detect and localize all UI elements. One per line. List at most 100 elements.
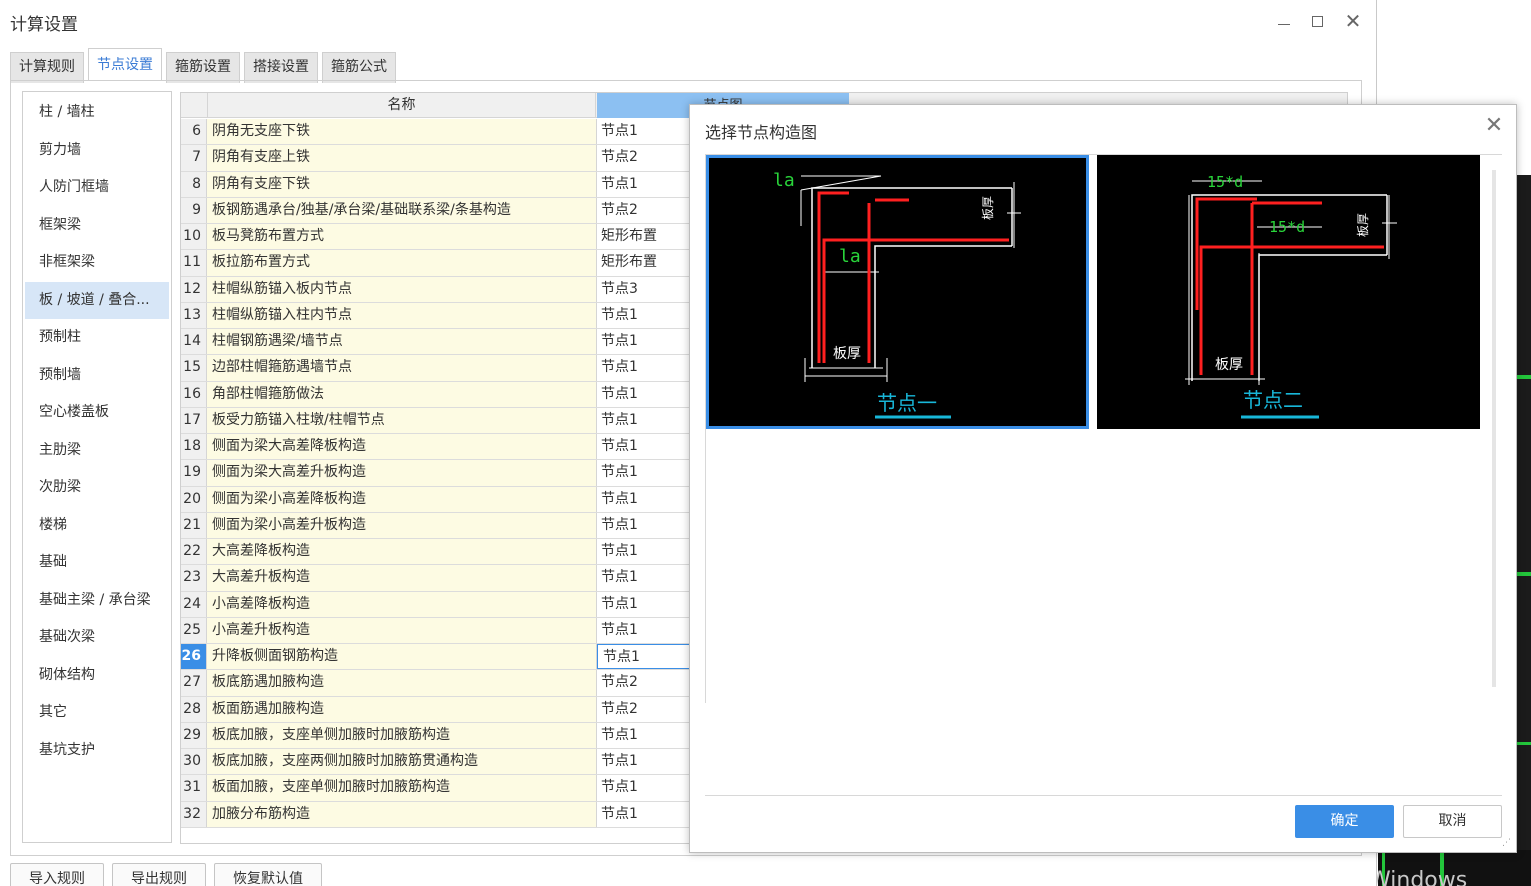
row-number[interactable]: 22 [181, 539, 207, 565]
row-name-cell: 板面筋遇加腋构造 [207, 696, 597, 722]
row-number[interactable]: 8 [181, 171, 207, 197]
tab-calc-rules[interactable]: 计算规则 [10, 52, 84, 83]
category-item[interactable]: 板 / 坡道 / 叠合... [25, 281, 169, 319]
row-number[interactable]: 17 [181, 407, 207, 433]
background-green-line [1517, 742, 1531, 745]
category-item[interactable]: 楼梯 [23, 507, 171, 545]
bottom-button-bar: 导入规则 导出规则 恢复默认值 [10, 863, 330, 886]
category-item[interactable]: 次肋梁 [23, 469, 171, 507]
row-name-cell: 侧面为梁大高差升板构造 [207, 460, 597, 486]
category-item[interactable]: 预制柱 [23, 319, 171, 357]
tab-stirrup-formula[interactable]: 箍筋公式 [322, 52, 396, 83]
dim-label-la-1: la [773, 170, 795, 191]
tab-lap-settings[interactable]: 搭接设置 [244, 52, 318, 83]
row-number[interactable]: 29 [181, 722, 207, 748]
row-name-cell: 板拉筋布置方式 [207, 250, 597, 276]
row-number[interactable]: 13 [181, 302, 207, 328]
row-number[interactable]: 23 [181, 565, 207, 591]
category-item[interactable]: 其它 [23, 694, 171, 732]
row-number[interactable]: 20 [181, 486, 207, 512]
category-item[interactable]: 空心楼盖板 [23, 394, 171, 432]
background-green-line [1517, 572, 1531, 576]
row-number[interactable]: 32 [181, 801, 207, 827]
row-name-cell: 加腋分布筋构造 [207, 801, 597, 827]
row-number[interactable]: 14 [181, 329, 207, 355]
column-header-name[interactable]: 名称 [207, 93, 596, 118]
gallery-scrollbar[interactable] [1492, 170, 1496, 687]
row-number[interactable]: 9 [181, 197, 207, 223]
row-name-cell: 角部柱帽箍筋做法 [207, 381, 597, 407]
row-name-cell: 侧面为梁大高差降板构造 [207, 434, 597, 460]
row-name-cell: 板底加腋，支座单侧加腋时加腋筋构造 [207, 722, 597, 748]
minimize-icon[interactable] [1271, 8, 1297, 34]
dim-label-la-2: la [839, 246, 861, 267]
category-item[interactable]: 基础 [23, 544, 171, 582]
node-diagram-option-1[interactable]: la la 板厚 板厚 节点一 [706, 155, 1089, 429]
row-number[interactable]: 26 [181, 644, 207, 670]
row-name-cell: 小高差降板构造 [207, 591, 597, 617]
dim-label-15d-1: 15*d [1207, 173, 1243, 191]
row-number[interactable]: 10 [181, 224, 207, 250]
category-item[interactable]: 砌体结构 [23, 657, 171, 695]
row-name-cell: 边部柱帽箍筋遇墙节点 [207, 355, 597, 381]
category-item[interactable]: 柱 / 墙柱 [23, 94, 171, 132]
dim-label-slab-thickness-2: 板厚 [981, 196, 995, 220]
row-number[interactable]: 31 [181, 775, 207, 801]
row-number[interactable]: 30 [181, 749, 207, 775]
settings-tabs: 计算规则 节点设置 箍筋设置 搭接设置 箍筋公式 [10, 48, 400, 83]
dim-label-slab-thickness-2: 板厚 [1356, 213, 1370, 237]
row-number[interactable]: 7 [181, 145, 207, 171]
maximize-icon[interactable] [1305, 8, 1331, 34]
tab-node-settings[interactable]: 节点设置 [88, 48, 162, 81]
confirm-button[interactable]: 确定 [1295, 805, 1394, 838]
row-number[interactable]: 11 [181, 250, 207, 276]
category-item[interactable]: 基础次梁 [23, 619, 171, 657]
category-item[interactable]: 非框架梁 [23, 244, 171, 282]
dialog-divider [705, 795, 1502, 796]
row-number[interactable]: 16 [181, 381, 207, 407]
row-name-cell: 阴角有支座下铁 [207, 171, 597, 197]
category-item[interactable]: 剪力墙 [23, 132, 171, 170]
category-item[interactable]: 基坑支护 [23, 732, 171, 770]
row-number[interactable]: 15 [181, 355, 207, 381]
diagram-caption-1: 节点一 [877, 391, 937, 415]
row-name-cell: 小高差升板构造 [207, 617, 597, 643]
row-number[interactable]: 6 [181, 119, 207, 145]
node-diagram-option-2[interactable]: 15*d 15*d 板厚 板厚 节点二 [1097, 155, 1480, 429]
row-number[interactable]: 19 [181, 460, 207, 486]
category-item[interactable]: 基础主梁 / 承台梁 [23, 582, 171, 620]
select-node-diagram-dialog: 选择节点构造图 ✕ la la 板厚 板厚 节点一 15*d 15*d 板厚 板… [689, 104, 1517, 853]
category-item[interactable]: 预制墙 [23, 357, 171, 395]
category-item[interactable]: 框架梁 [23, 207, 171, 245]
row-number[interactable]: 28 [181, 696, 207, 722]
row-number[interactable]: 24 [181, 591, 207, 617]
row-name-cell: 侧面为梁小高差降板构造 [207, 486, 597, 512]
diagram-caption-2: 节点二 [1243, 388, 1303, 412]
row-name-cell: 柱帽纵筋锚入柱内节点 [207, 302, 597, 328]
tab-stirrup-settings[interactable]: 箍筋设置 [166, 52, 240, 83]
category-item[interactable]: 人防门框墙 [23, 169, 171, 207]
row-number[interactable]: 12 [181, 276, 207, 302]
category-item[interactable]: 主肋梁 [23, 432, 171, 470]
row-number[interactable]: 27 [181, 670, 207, 696]
row-name-cell: 大高差降板构造 [207, 539, 597, 565]
dialog-title: 选择节点构造图 [705, 123, 818, 142]
row-name-cell: 柱帽钢筋遇梁/墙节点 [207, 329, 597, 355]
cancel-button[interactable]: 取消 [1403, 805, 1502, 838]
diagram-gallery: la la 板厚 板厚 节点一 15*d 15*d 板厚 板厚 节点二 [705, 155, 1502, 703]
import-rules-button[interactable]: 导入规则 [10, 863, 104, 886]
window-title: 计算设置 [10, 15, 78, 35]
resize-grip-icon[interactable]: ⋰ [1502, 838, 1514, 850]
row-name-cell: 板底加腋，支座两侧加腋时加腋筋贯通构造 [207, 749, 597, 775]
row-name-cell: 板钢筋遇承台/独基/承台梁/基础联系梁/条基构造 [207, 197, 597, 223]
row-number[interactable]: 18 [181, 434, 207, 460]
restore-defaults-button[interactable]: 恢复默认值 [214, 863, 322, 886]
close-icon[interactable]: ✕ [1483, 115, 1505, 137]
close-icon[interactable]: ✕ [1340, 8, 1366, 34]
row-name-cell: 柱帽纵筋锚入板内节点 [207, 276, 597, 302]
row-name-cell: 大高差升板构造 [207, 565, 597, 591]
row-name-cell: 阴角有支座上铁 [207, 145, 597, 171]
row-number[interactable]: 25 [181, 617, 207, 643]
row-number[interactable]: 21 [181, 512, 207, 538]
export-rules-button[interactable]: 导出规则 [112, 863, 206, 886]
